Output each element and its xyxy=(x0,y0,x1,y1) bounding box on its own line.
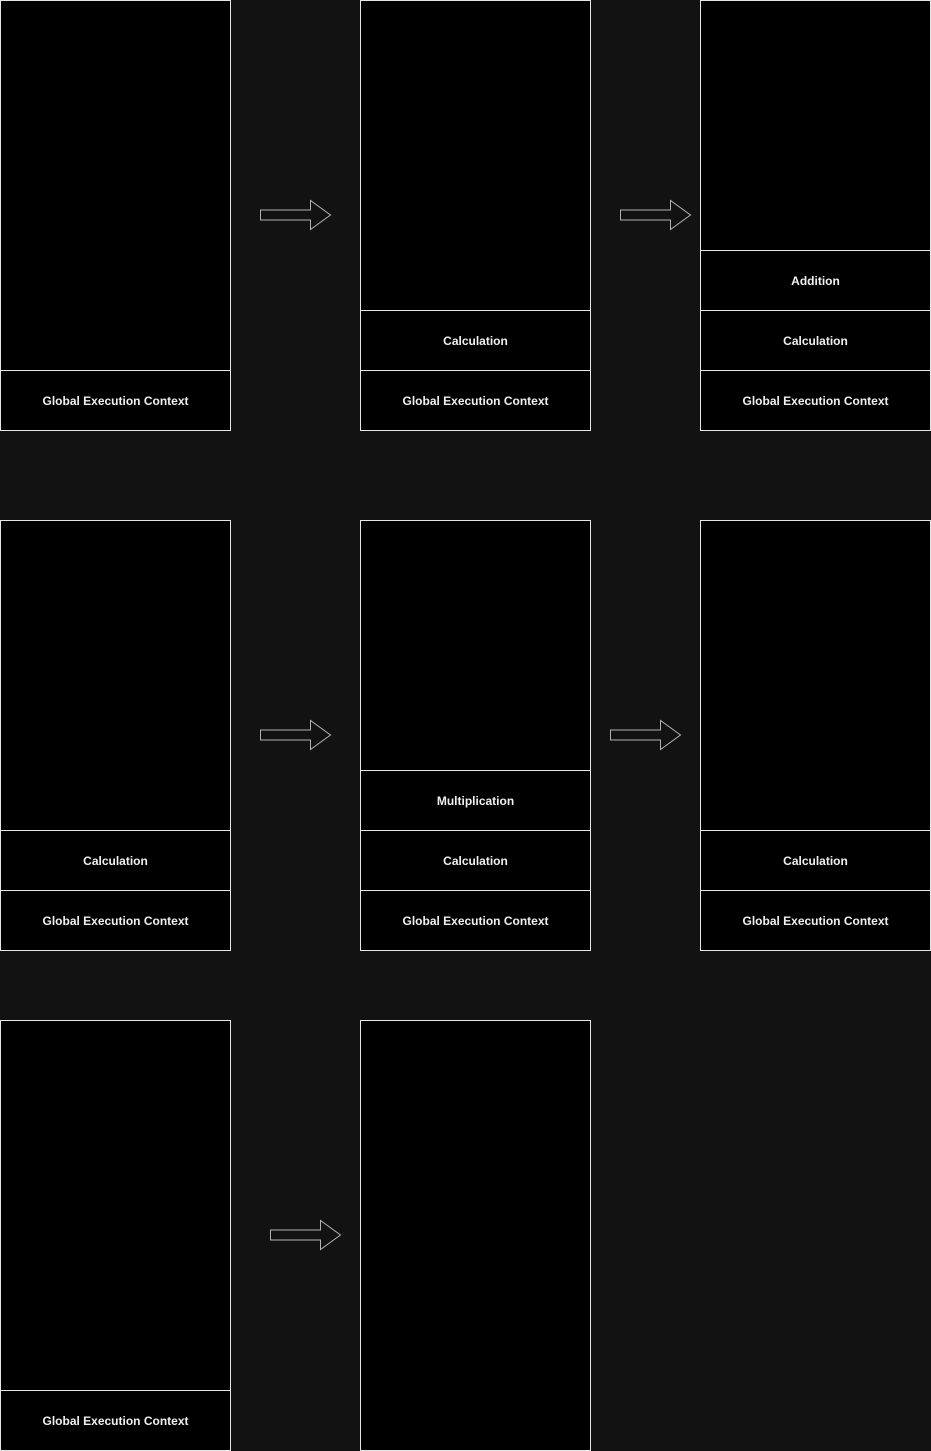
call-stack-4: Global Execution Context Calculation xyxy=(0,520,231,951)
stack-frames: Global Execution Context xyxy=(1,370,230,430)
call-stack-8 xyxy=(360,1020,591,1451)
stack-frame: Calculation xyxy=(1,830,230,890)
stack-frame: Global Execution Context xyxy=(361,370,590,430)
stack-frame: Calculation xyxy=(361,310,590,370)
stack-frame: Global Execution Context xyxy=(701,370,930,430)
stack-frame: Addition xyxy=(701,250,930,310)
stack-frame: Calculation xyxy=(701,830,930,890)
stack-frame: Global Execution Context xyxy=(361,890,590,950)
arrow-shape xyxy=(270,1219,342,1251)
stack-frame: Calculation xyxy=(361,830,590,890)
stack-frame: Global Execution Context xyxy=(701,890,930,950)
call-stack-6: Global Execution Context Calculation xyxy=(700,520,931,951)
call-stack-3: Global Execution Context Calculation Addit… xyxy=(700,0,931,431)
arrow-shape xyxy=(260,719,332,751)
arrow-shape xyxy=(620,199,692,231)
stack-frames: Global Execution Context xyxy=(1,1390,230,1450)
right-arrow-icon xyxy=(260,199,332,231)
stack-frame: Global Execution Context xyxy=(1,1390,230,1450)
call-stack-1: Global Execution Context xyxy=(0,0,231,431)
right-arrow-icon xyxy=(260,719,332,751)
stack-frames: Global Execution Context Calculation xyxy=(1,830,230,950)
stack-frames: Global Execution Context Calculation xyxy=(701,830,930,950)
right-arrow-icon xyxy=(270,1219,342,1251)
arrow-shape xyxy=(610,719,682,751)
stack-frame: Global Execution Context xyxy=(1,890,230,950)
stack-frames: Global Execution Context Calculation xyxy=(361,310,590,430)
call-stack-5: Global Execution Context Calculation Multi… xyxy=(360,520,591,951)
stack-frames: Global Execution Context Calculation Multi… xyxy=(361,770,590,950)
stack-frames: Global Execution Context Calculation Addit… xyxy=(701,250,930,430)
right-arrow-icon xyxy=(610,719,682,751)
stack-frame: Multiplication xyxy=(361,770,590,830)
right-arrow-icon xyxy=(620,199,692,231)
call-stack-7: Global Execution Context xyxy=(0,1020,231,1451)
arrow-shape xyxy=(260,199,332,231)
call-stack-2: Global Execution Context Calculation xyxy=(360,0,591,431)
stack-frame: Global Execution Context xyxy=(1,370,230,430)
stack-frame: Calculation xyxy=(701,310,930,370)
